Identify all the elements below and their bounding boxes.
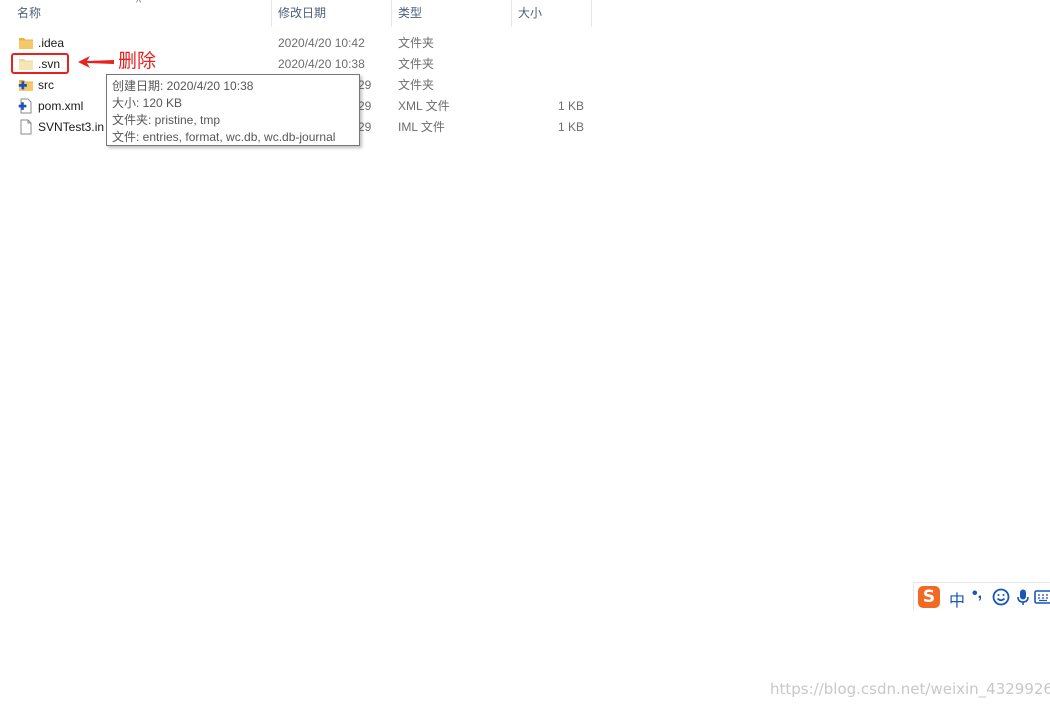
file-type: 文件夹 bbox=[398, 36, 435, 50]
file-name: SVNTest3.in bbox=[38, 120, 105, 134]
annotation-highlight-box bbox=[11, 53, 69, 74]
file-modified: 2020/4/20 10:38 bbox=[278, 57, 365, 71]
file-modified: 2020/4/20 10:42 bbox=[278, 36, 365, 50]
column-modified[interactable]: 修改日期 bbox=[278, 0, 326, 27]
file-modified: 29 bbox=[358, 78, 372, 92]
file-type: IML 文件 bbox=[398, 120, 445, 134]
xml-file-icon bbox=[18, 98, 32, 114]
tooltip-line: 创建日期: 2020/4/20 10:38 bbox=[112, 79, 254, 93]
column-header: ^ 名称 修改日期 类型 大小 bbox=[0, 0, 593, 27]
folder-icon bbox=[19, 38, 33, 49]
file-size: 1 KB bbox=[557, 99, 584, 113]
tooltip-line: 文件夹: pristine, tmp bbox=[112, 113, 221, 127]
ime-mode-toggle[interactable]: 中 bbox=[949, 587, 965, 611]
column-separator[interactable] bbox=[591, 0, 592, 27]
file-icon bbox=[20, 119, 32, 135]
column-size[interactable]: 大小 bbox=[518, 0, 542, 27]
ime-punctuation-toggle[interactable]: •, bbox=[972, 585, 982, 603]
watermark-text: https://blog.csdn.net/weixin_43299268 bbox=[770, 680, 1050, 698]
file-name: src bbox=[38, 78, 54, 92]
ime-toolbar[interactable]: S 中 •, bbox=[913, 582, 1050, 610]
file-modified: 29 bbox=[358, 99, 372, 113]
keyboard-icon[interactable] bbox=[1034, 588, 1050, 606]
annotation-label: 删除 bbox=[118, 50, 157, 72]
sogou-logo-icon[interactable]: S bbox=[918, 586, 940, 608]
column-separator[interactable] bbox=[511, 0, 512, 27]
folder-src-icon bbox=[18, 80, 33, 91]
file-type: 文件夹 bbox=[398, 78, 435, 92]
file-name: pom.xml bbox=[38, 99, 84, 113]
folder-tooltip: 创建日期: 2020/4/20 10:38 大小: 120 KB 文件夹: pr… bbox=[106, 74, 360, 146]
column-name[interactable]: 名称 bbox=[17, 0, 41, 27]
tooltip-line: 大小: 120 KB bbox=[112, 96, 183, 110]
file-size bbox=[518, 33, 584, 54]
annotation-arrow-icon bbox=[78, 56, 114, 68]
file-size bbox=[518, 75, 584, 96]
microphone-icon[interactable] bbox=[1014, 588, 1032, 606]
tooltip-line: 文件: entries, format, wc.db, wc.db-journa… bbox=[112, 130, 336, 144]
file-row-idea[interactable]: .idea 2020/4/20 10:42 文件夹 bbox=[0, 33, 600, 54]
file-size bbox=[518, 54, 584, 75]
file-type: XML 文件 bbox=[398, 99, 450, 113]
file-name: .idea bbox=[38, 36, 65, 50]
file-modified: 29 bbox=[358, 120, 372, 134]
file-type: 文件夹 bbox=[398, 57, 435, 71]
emoji-icon[interactable] bbox=[992, 588, 1010, 606]
column-separator[interactable] bbox=[271, 0, 272, 27]
sort-ascending-icon: ^ bbox=[136, 0, 142, 9]
file-size: 1 KB bbox=[557, 120, 584, 134]
column-separator[interactable] bbox=[391, 0, 392, 27]
column-type[interactable]: 类型 bbox=[398, 0, 422, 27]
